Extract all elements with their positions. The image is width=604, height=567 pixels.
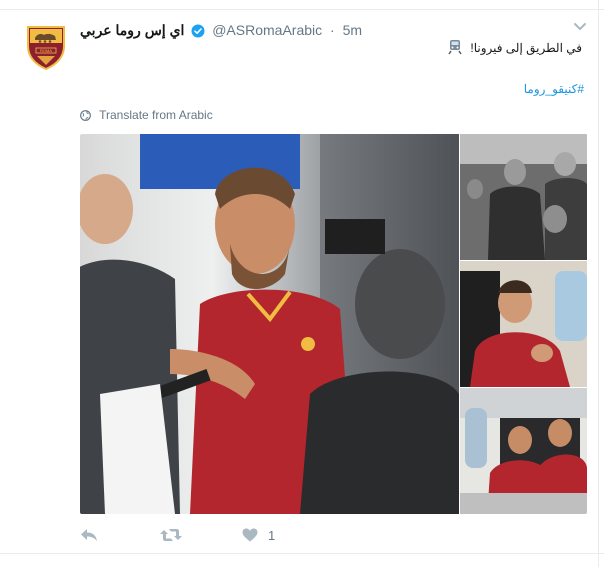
- reply-icon: [81, 529, 97, 541]
- side-photo-1[interactable]: [460, 134, 587, 260]
- bottom-divider: [0, 553, 604, 554]
- retweet-button[interactable]: [160, 524, 182, 546]
- chevron-down-icon[interactable]: [573, 22, 587, 32]
- tweet-text-content: في الطريق إلى فيرونا!: [470, 41, 582, 55]
- hashtag-link[interactable]: #كنيقو_روما: [524, 81, 584, 97]
- as-roma-crest-icon[interactable]: ROMA: [25, 24, 67, 70]
- train-emoji-icon: [448, 40, 462, 55]
- side-photo-3[interactable]: [460, 388, 587, 514]
- side-photo-2[interactable]: [460, 261, 587, 387]
- retweet-icon: [160, 529, 182, 541]
- translate-link[interactable]: Translate from Arabic: [80, 107, 213, 123]
- svg-text:ROMA: ROMA: [40, 48, 52, 53]
- verified-badge-icon: [191, 24, 205, 38]
- like-button[interactable]: 1: [242, 524, 275, 546]
- reply-button[interactable]: [80, 524, 98, 546]
- tweet-actions: 1: [80, 524, 380, 546]
- heart-icon: [242, 528, 258, 542]
- media-grid: [80, 134, 587, 514]
- right-border: [598, 0, 599, 567]
- tweet-header: اي إس روما عربي @ASRomaArabic · 5m: [80, 20, 362, 40]
- translate-label: Translate from Arabic: [99, 108, 213, 122]
- display-name[interactable]: اي إس روما عربي: [80, 22, 184, 38]
- separator-dot: ·: [330, 22, 335, 38]
- globe-icon: [80, 110, 91, 121]
- main-photo[interactable]: [80, 134, 459, 514]
- tweet-text: في الطريق إلى فيرونا!: [447, 39, 582, 57]
- like-count: 1: [268, 527, 276, 543]
- user-handle[interactable]: @ASRomaArabic: [212, 22, 322, 38]
- timestamp[interactable]: 5m: [343, 22, 362, 38]
- top-divider: [0, 9, 604, 10]
